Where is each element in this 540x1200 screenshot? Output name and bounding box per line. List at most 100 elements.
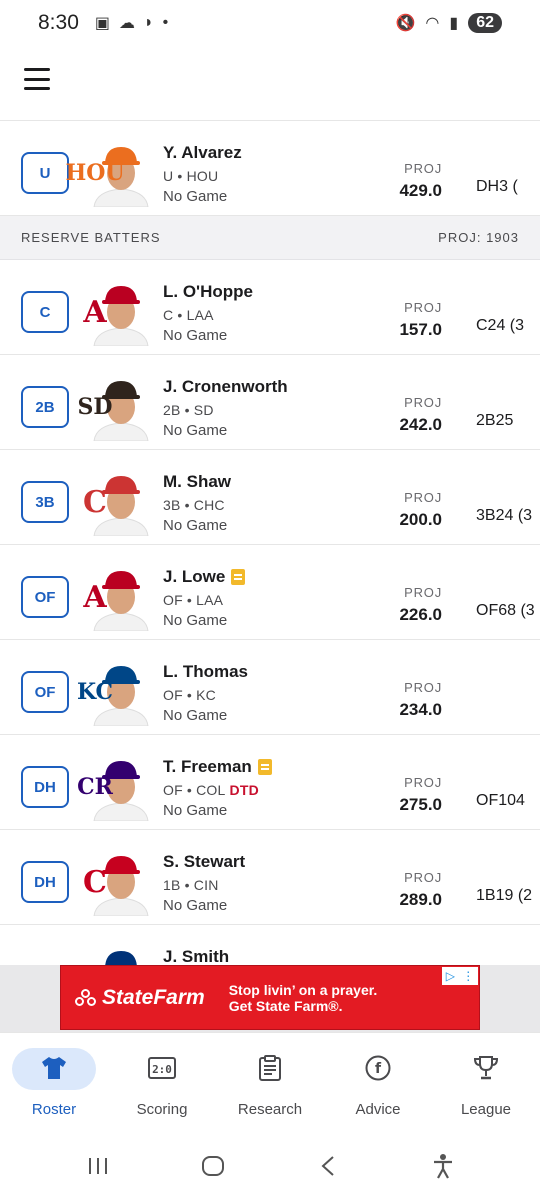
player-position-team: 3B • CHC [163,497,225,513]
chat-icon: ◗ [144,14,154,31]
player-row[interactable]: OF A J. Lowe OF • LAA No Game PROJ 226.0 OF68 (… [0,545,540,640]
ad-choices-icon[interactable]: ▷ ⋮ [442,967,478,985]
svg-text:f: f [375,1061,382,1077]
game-status: No Game [163,517,228,534]
player-row[interactable]: C A L. O'Hoppe C • LAA No Game PROJ 157.0 C24 (… [0,260,540,355]
team-logo: C [80,862,110,902]
nav-advice[interactable]: f Advice [324,1033,432,1132]
game-status: No Game [163,327,228,344]
scoreboard-icon: 2:0 [147,1053,177,1083]
team-logo: KC [76,672,114,712]
battery-indicator: 62 [468,13,502,33]
accessibility-icon[interactable] [413,1146,473,1186]
player-position-team: OF • COL DTD [163,782,259,798]
player-position-team: C • LAA [163,307,214,323]
proj-label: PROJ [404,300,442,315]
position-slot-button[interactable]: OF [21,671,69,713]
player-row[interactable]: T J. Smith [0,925,540,965]
position-team-text: C • LAA [163,307,214,323]
signal-icon: ▮ [449,15,459,32]
nav-label-league: League [460,1101,512,1118]
player-name[interactable]: J. Lowe [163,567,246,587]
hamburger-menu-icon[interactable] [24,68,50,90]
mute-icon: 🔇 [395,15,416,32]
player-row[interactable]: DH C S. Stewart 1B • CIN No Game PROJ 289.0 1B1… [0,830,540,925]
player-name[interactable]: S. Stewart [163,852,245,872]
player-name-text[interactable]: M. Shaw [163,472,231,492]
player-name-text[interactable]: J. Smith [163,947,229,965]
app-bar [0,46,540,118]
position-rank: OF68 (3 [476,602,535,619]
player-name[interactable]: L. O'Hoppe [163,282,253,302]
nav-label-scoring: Scoring [136,1101,188,1118]
player-name-text[interactable]: T. Freeman [163,757,252,777]
player-name[interactable]: J. Smith [163,947,229,965]
reserve-section-header: RESERVE BATTERS PROJ: 1903 [0,216,540,260]
ad-strip: StateFarm Stop livin’ on a prayer. Get S… [0,965,540,1032]
player-row[interactable]: U HOU Y. Alvarez U • HOU No Game PROJ 429.0 DH3… [0,121,540,216]
nav-label-advice: Advice [355,1101,401,1118]
position-rank: C24 (3 [476,317,525,334]
position-team-text: 3B • CHC [163,497,225,513]
ad-line-2: Get State Farm®. [228,997,343,1014]
position-slot-button[interactable]: 3B [21,481,69,523]
position-team-text: U • HOU [163,168,219,184]
back-icon[interactable] [298,1146,358,1186]
player-row[interactable]: OF KC L. Thomas OF • KC No Game PROJ 234.0 [0,640,540,735]
ad-more-icon[interactable]: ⋮ [462,969,474,983]
position-rank: DH3 ( [476,178,518,195]
reserve-title: RESERVE BATTERS [21,230,161,245]
player-name-text[interactable]: J. Cronenworth [163,377,288,397]
team-logo: CR [77,767,113,807]
player-name-text[interactable]: S. Stewart [163,852,245,872]
home-icon[interactable] [183,1146,243,1186]
player-name[interactable]: J. Cronenworth [163,377,288,397]
player-name[interactable]: L. Thomas [163,662,248,682]
ad-info-icon[interactable]: ▷ [446,969,455,983]
proj-label: PROJ [404,870,442,885]
position-slot-button[interactable]: C [21,291,69,333]
team-logo-text: A [83,294,107,330]
player-row[interactable]: 2B SD J. Cronenworth 2B • SD No Game PROJ 242.… [0,355,540,450]
position-slot-button[interactable]: 2B [21,386,69,428]
position-slot-button[interactable]: OF [21,576,69,618]
game-status: No Game [163,802,228,819]
statefarm-logo: StateFarm [75,986,205,1010]
proj-value: 275.0 [399,795,442,814]
player-position-team: 2B • SD [163,402,214,418]
news-note-icon[interactable] [231,569,246,585]
team-logo-text: KC [76,679,114,705]
wifi-icon: ◠ [425,15,440,32]
team-logo: C [80,482,110,522]
player-name[interactable]: T. Freeman [163,757,272,777]
nav-scoring[interactable]: 2:0 Scoring [108,1033,216,1132]
player-row[interactable]: 3B C M. Shaw 3B • CHC No Game PROJ 200.0 3B24 (… [0,450,540,545]
team-logo: SD [78,387,113,427]
player-name[interactable]: Y. Alvarez [163,143,242,163]
news-note-icon[interactable] [257,759,272,775]
player-name-text[interactable]: L. Thomas [163,662,248,682]
cloud-icon: ☁ [119,15,135,32]
ad-banner[interactable]: StateFarm Stop livin’ on a prayer. Get S… [60,965,480,1030]
trophy-icon [471,1053,501,1083]
player-name[interactable]: M. Shaw [163,472,231,492]
player-name-text[interactable]: Y. Alvarez [163,143,242,163]
roster-list[interactable]: U HOU Y. Alvarez U • HOU No Game PROJ 429.0 DH3… [0,120,540,965]
team-logo: A [80,577,110,617]
position-slot-button[interactable]: DH [21,861,69,903]
status-time: 8:30 [38,11,79,34]
nav-league[interactable]: League [432,1033,540,1132]
position-rank: 2B25 [476,412,514,429]
player-name-text[interactable]: J. Lowe [163,567,225,587]
recent-apps-icon[interactable] [68,1146,128,1186]
position-slot-button[interactable]: U [21,152,69,194]
nav-label-research: Research [237,1101,303,1118]
screenshot-icon: ▣ [94,15,110,32]
player-row[interactable]: DH CR T. Freeman OF • COL DTD No Game PROJ 275.… [0,735,540,830]
game-status: No Game [163,897,228,914]
nav-roster[interactable]: Roster [0,1033,108,1132]
player-name-text[interactable]: L. O'Hoppe [163,282,253,302]
nav-research[interactable]: Research [216,1033,324,1132]
position-slot-button[interactable]: DH [21,766,69,808]
player-position-team: U • HOU [163,168,218,184]
